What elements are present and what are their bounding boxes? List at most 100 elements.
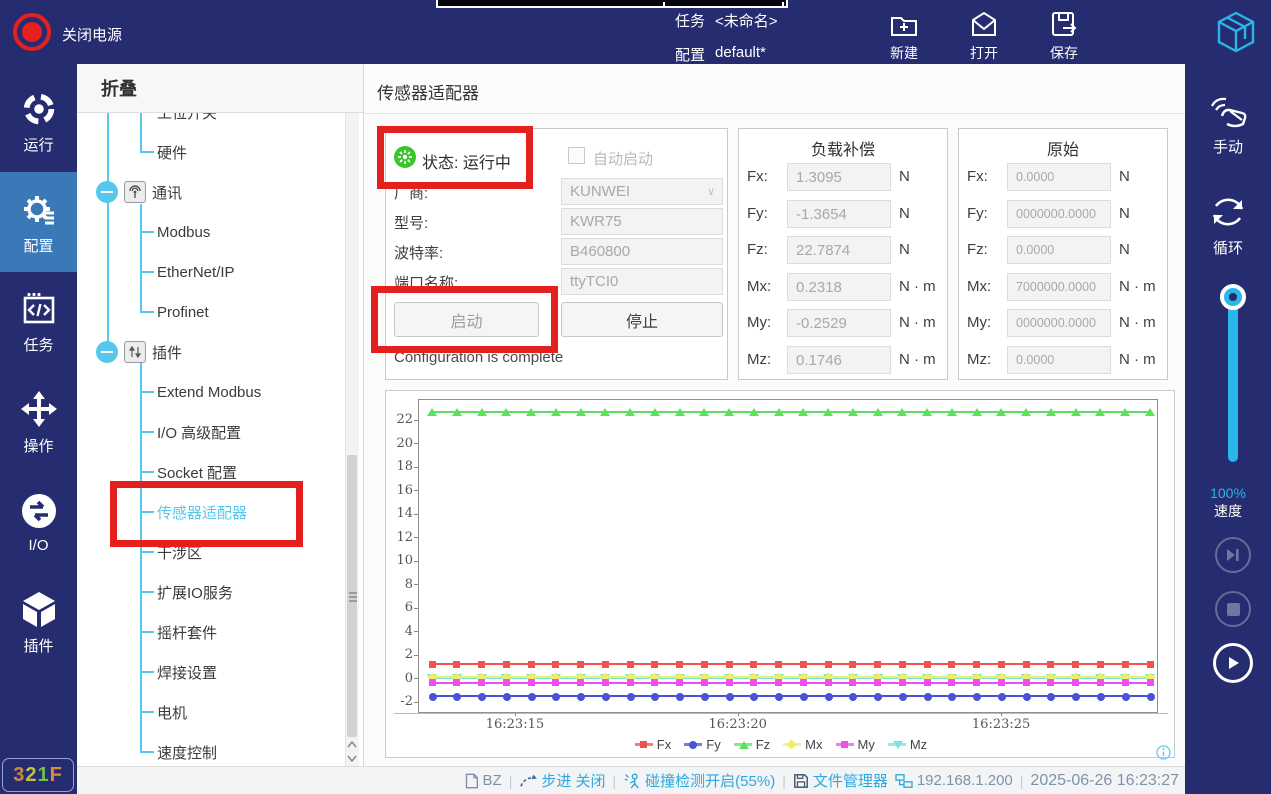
nav-item-run[interactable]: 运行 (0, 72, 77, 172)
tree-item-干涉区[interactable]: 干涉区 (157, 540, 202, 564)
file-manager-button[interactable]: 文件管理器 (793, 770, 888, 791)
ip-address: 192.168.1.200 (917, 772, 1013, 789)
tree-scrollbar-thumb[interactable] (347, 455, 357, 737)
collision-detection-toggle[interactable]: 碰撞检测开启(55%) (623, 770, 775, 791)
nav-item-config[interactable]: 配置 (0, 172, 77, 272)
tree-item-传感器适配器[interactable]: 传感器适配器 (157, 500, 247, 524)
start-button[interactable]: 启动 (394, 302, 539, 337)
force-value-field[interactable]: 0.0000 (1007, 346, 1111, 374)
tick (782, 2, 784, 6)
tree-header[interactable]: 折叠 (77, 64, 363, 113)
tree-collapse-button[interactable] (96, 341, 118, 363)
tree-item-Socket 配置[interactable]: Socket 配置 (157, 460, 237, 484)
force-row-label: Fz: (967, 241, 988, 258)
speed-slider-handle[interactable] (1220, 284, 1246, 310)
speed-slider-track[interactable] (1228, 297, 1238, 462)
data-point-marker (676, 693, 684, 701)
legend-label: Mx (805, 737, 822, 752)
force-value-field[interactable]: 0.0000 (1007, 163, 1111, 191)
x-tick-mark (738, 713, 739, 716)
tree-node-插件[interactable]: 插件 (152, 340, 182, 364)
tree-item-硬件[interactable]: 硬件 (157, 140, 187, 164)
field-input[interactable]: ttyTCI0 (561, 268, 723, 295)
nav-item-plugin[interactable]: 插件 (0, 572, 77, 672)
data-point-marker (1097, 693, 1105, 701)
save-button[interactable]: 保存 (1048, 9, 1080, 63)
force-value-field[interactable]: 0000000.0000 (1007, 309, 1111, 337)
force-value-field[interactable]: 22.7874 (787, 236, 891, 264)
force-value-field[interactable]: 0.0000 (1007, 236, 1111, 264)
manual-mode-button[interactable] (1206, 96, 1250, 141)
tree-item-电机[interactable]: 电机 (157, 700, 187, 724)
tree-item-扩展IO服务[interactable]: 扩展IO服务 (157, 580, 233, 604)
force-value: -0.2529 (796, 315, 847, 332)
tree-item-EtherNet/IP[interactable]: EtherNet/IP (157, 260, 235, 284)
nav-item-io[interactable]: I/O (0, 472, 77, 572)
y-tick-label: 18 (386, 459, 413, 474)
legend-label: My (858, 737, 875, 752)
config-tree: 工位开关硬件通讯ModbusEtherNet/IPProfinet插件Exten… (77, 64, 363, 766)
step-mode-toggle[interactable]: 步进 关闭 (519, 770, 605, 791)
vendor-select[interactable]: KUNWEI∨ (561, 178, 723, 205)
open-file-icon (968, 9, 1000, 41)
skip-next-icon (1225, 548, 1241, 562)
tree-item-焊接设置[interactable]: 焊接设置 (157, 660, 217, 684)
tree-item-Profinet[interactable]: Profinet (157, 300, 209, 324)
legend-item-My: My (836, 737, 875, 752)
info-icon[interactable] (1156, 745, 1171, 760)
tree-item-label: 电机 (157, 702, 187, 723)
power-button[interactable] (13, 13, 51, 51)
nav-item-operate[interactable]: 操作 (0, 372, 77, 472)
stop-button[interactable]: 停止 (561, 302, 723, 337)
tree-node-通讯[interactable]: 通讯 (152, 180, 182, 204)
force-value-field[interactable]: 1.3095 (787, 163, 891, 191)
tree-item-Modbus[interactable]: Modbus (157, 220, 210, 244)
tree-item-I/O 高级配置[interactable]: I/O 高级配置 (157, 420, 241, 444)
force-value-field[interactable]: -0.2529 (787, 309, 891, 337)
data-point-marker (893, 741, 903, 749)
force-unit: N · m (899, 314, 936, 331)
load-compensation-panel: 负载补偿 Fx:1.3095NFy:-1.3654NFz:22.7874NMx:… (738, 128, 948, 380)
field-input[interactable]: KWR75 (561, 208, 723, 235)
stop-playback-button[interactable] (1215, 591, 1251, 627)
open-button[interactable]: 打开 (968, 9, 1000, 63)
save-button-label: 保存 (1050, 43, 1078, 63)
tree-item-摇杆套件[interactable]: 摇杆套件 (157, 620, 217, 644)
y-tick-mark (414, 561, 418, 562)
y-tick-mark (414, 702, 418, 703)
force-value-field[interactable]: 0.2318 (787, 273, 891, 301)
y-tick-mark (414, 608, 418, 609)
bz-indicator[interactable]: BZ (464, 772, 502, 790)
tree-item-速度控制[interactable]: 速度控制 (157, 740, 217, 764)
bz-label: BZ (483, 772, 502, 789)
force-chart-panel: 16:23:1516:23:2016:23:25 FxFyFzMxMyMz -2… (385, 390, 1175, 758)
force-unit: N · m (1119, 351, 1156, 368)
force-value-field[interactable]: 7000000.0000 (1007, 273, 1111, 301)
nav-item-task[interactable]: 任务 (0, 272, 77, 372)
force-row-label: Fy: (967, 205, 988, 222)
scroll-up-button[interactable] (345, 738, 358, 751)
data-point-marker (849, 693, 857, 701)
force-value-field[interactable]: 0000000.0000 (1007, 200, 1111, 228)
y-tick-mark (414, 584, 418, 585)
y-tick-label: 0 (386, 671, 413, 686)
step-next-button[interactable] (1215, 537, 1251, 573)
data-point-marker (739, 741, 749, 749)
scroll-down-button[interactable] (345, 752, 358, 765)
tree-item-Extend Modbus[interactable]: Extend Modbus (157, 380, 261, 404)
field-input[interactable]: B460800 (561, 238, 723, 265)
new-button[interactable]: 新建 (888, 9, 920, 63)
force-unit: N · m (1119, 314, 1156, 331)
x-tick-label: 16:23:15 (486, 717, 544, 732)
legend-swatch (888, 740, 906, 749)
speed-value: 100% (1185, 485, 1271, 501)
tree-item-label: EtherNet/IP (157, 264, 235, 281)
field-label: 端口名称: (394, 272, 458, 293)
play-button[interactable] (1213, 643, 1253, 683)
cycle-mode-button[interactable] (1206, 190, 1250, 239)
autostart-checkbox[interactable] (568, 147, 585, 164)
force-value-field[interactable]: 0.1746 (787, 346, 891, 374)
code-window-icon (19, 290, 59, 328)
tree-collapse-button[interactable] (96, 181, 118, 203)
force-value-field[interactable]: -1.3654 (787, 200, 891, 228)
